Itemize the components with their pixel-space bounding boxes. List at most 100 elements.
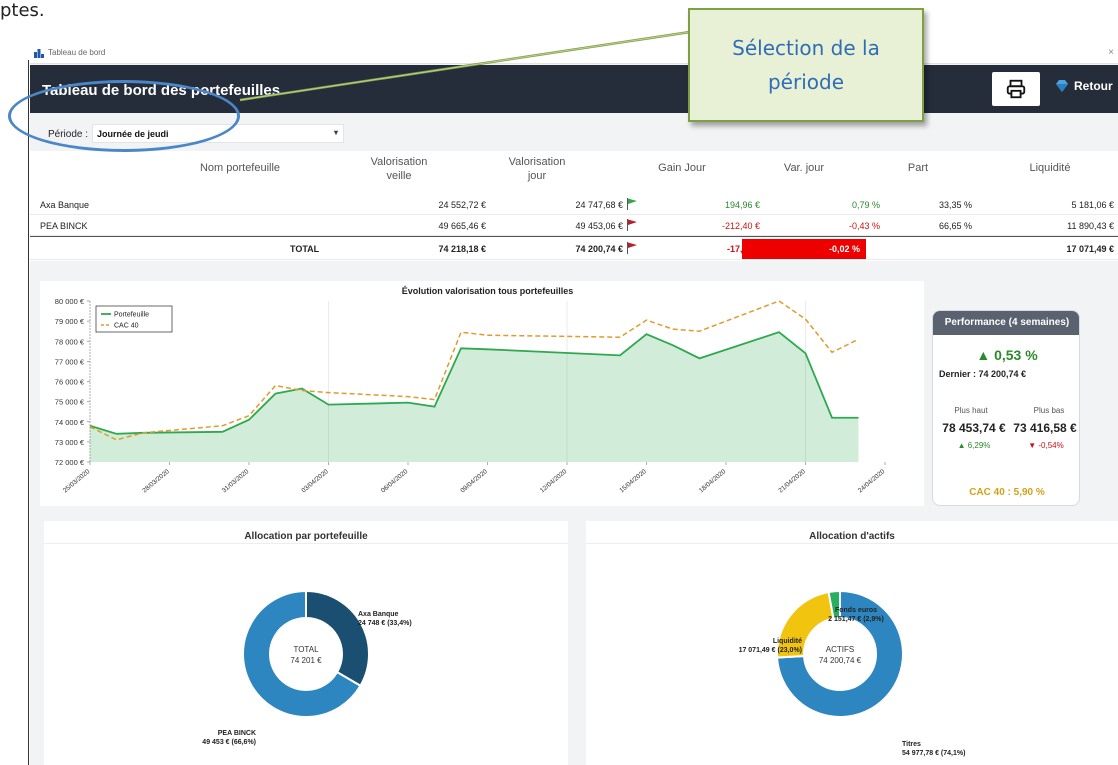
- x-tick-label: 21/04/2020: [777, 468, 807, 495]
- window-close-icon[interactable]: ×: [1108, 47, 1114, 58]
- cell-valuation-yesterday: 24 552,72 €: [438, 200, 486, 210]
- total-var-day-highlight: -0,02 %: [742, 239, 866, 259]
- dropdown-arrow-icon: ▾: [333, 128, 338, 137]
- header-part: Part: [907, 162, 929, 174]
- y-tick-label: 73 000 €: [55, 438, 85, 447]
- x-tick-label: 12/04/2020: [539, 468, 569, 495]
- chart-title: Évolution valorisation tous portefeuille…: [402, 286, 574, 296]
- back-button-label: Retour: [1074, 79, 1113, 93]
- slice-label: Liquidité: [773, 638, 802, 645]
- donut-center-label: TOTAL: [293, 645, 319, 654]
- x-tick-label: 06/04/2020: [380, 468, 410, 495]
- cell-valuation-today: 49 453,06 €: [575, 221, 623, 231]
- y-tick-label: 74 000 €: [55, 418, 85, 427]
- window-titlebar: Tableau de bord ×: [30, 44, 1118, 64]
- back-button[interactable]: Retour: [1054, 79, 1113, 93]
- valuation-chart-card: Évolution valorisation tous portefeuille…: [40, 281, 924, 506]
- x-tick-label: 15/04/2020: [618, 468, 648, 495]
- y-tick-label: 80 000 €: [55, 297, 85, 306]
- header-valuation-yesterday-line2: veille: [386, 170, 412, 182]
- chart-legend: Portefeuille CAC 40: [95, 305, 173, 333]
- cell-liquidity: 11 890,43 €: [1067, 221, 1114, 231]
- period-callout: Sélection de la période: [688, 8, 924, 122]
- total-var-day: -0,02 %: [828, 244, 860, 254]
- x-tick-label: 24/04/2020: [857, 468, 887, 495]
- performance-card: Performance (4 semaines) ▲ 0,53 % Dernie…: [932, 310, 1080, 506]
- cell-gain-day: 194,96 €: [724, 200, 760, 210]
- total-label: TOTAL: [290, 244, 320, 254]
- high-label: Plus haut: [954, 406, 988, 415]
- performance-change: ▲ 0,53 %: [976, 347, 1038, 363]
- y-tick-label: 77 000 €: [55, 357, 85, 366]
- table-total-row: TOTAL 74 218,18 € 74 200,74 € -17,44 € -…: [30, 236, 1118, 260]
- table-row[interactable]: PEA BINCK 49 665,46 € 49 453,06 € -212,4…: [30, 215, 1118, 236]
- cell-valuation-today: 24 747,68 €: [575, 200, 623, 210]
- donut-center-label: ACTIFS: [826, 645, 854, 654]
- header-valuation-yesterday: Valorisation veille: [354, 155, 444, 183]
- header-liquidity: Liquidité: [1029, 162, 1071, 174]
- table-row[interactable]: Axa Banque 24 552,72 € 24 747,68 € 194,9…: [30, 194, 1118, 215]
- valuation-line-chart: Évolution valorisation tous portefeuille…: [55, 286, 887, 495]
- y-tick-label: 76 000 €: [55, 378, 85, 387]
- callout-line1: Sélection de la: [732, 36, 880, 60]
- document-page: ptes. Tableau de bord × Tableau de bord …: [0, 0, 1118, 765]
- legend-cac40-label: CAC 40: [114, 323, 139, 330]
- header-valuation-today: Valorisation jour: [492, 155, 582, 183]
- print-button[interactable]: [992, 72, 1040, 106]
- y-tick-label: 75 000 €: [55, 398, 85, 407]
- x-tick-label: 28/03/2020: [141, 468, 171, 495]
- slice-value-label: 17 071,49 € (23,0%): [739, 647, 802, 654]
- cell-part: 66,65 %: [938, 221, 972, 231]
- performance-title: Performance (4 semaines): [933, 311, 1079, 335]
- red-flag-icon: [627, 219, 637, 231]
- total-liquidity: 17 071,49 €: [1066, 244, 1114, 254]
- legend-portfolio-label: Portefeuille: [114, 312, 149, 319]
- window-title: Tableau de bord: [48, 48, 106, 57]
- green-flag-icon: [627, 198, 637, 210]
- slice-label: Axa Banque: [358, 611, 399, 618]
- slice-value-label: 54 977,78 € (74,1%): [902, 750, 965, 757]
- header-portfolio-name: Nom portefeuille: [199, 162, 281, 174]
- slice-label: Fonds euros: [835, 607, 877, 614]
- high-value: 78 453,74 €: [942, 421, 1006, 435]
- asset-allocation-card: Allocation d'actifs Titres 54 977,78 € (7…: [586, 521, 1118, 765]
- x-tick-label: 18/04/2020: [698, 468, 728, 495]
- slice-label: PEA BINCK: [218, 730, 256, 737]
- header-valuation-yesterday-line1: Valorisation: [370, 156, 428, 168]
- header-gain-day: Gain Jour: [658, 162, 706, 174]
- total-valuation-yesterday: 74 218,18 €: [438, 244, 486, 254]
- portfolio-area: [90, 332, 859, 462]
- x-tick-label: 25/03/2020: [62, 468, 92, 495]
- cell-var-day: 0,79 %: [851, 200, 880, 210]
- cell-var-day: -0,43 %: [848, 221, 880, 231]
- slice-value-label: 49 453 € (66,6%): [202, 739, 256, 746]
- donut-center-value: 74 201 €: [290, 656, 322, 665]
- cell-name: Axa Banque: [40, 200, 90, 210]
- red-flag-icon: [627, 242, 637, 254]
- header-var-day: Var. jour: [783, 162, 825, 174]
- x-tick-label: 03/04/2020: [300, 468, 330, 495]
- x-tick-label: 09/04/2020: [459, 468, 489, 495]
- y-tick-label: 72 000 €: [55, 458, 85, 467]
- header-valuation-today-line1: Valorisation: [508, 156, 566, 168]
- slice-value-label: 24 748 € (33,4%): [358, 620, 412, 627]
- header-valuation-today-line2: jour: [527, 170, 547, 182]
- callout-line2: période: [767, 70, 844, 94]
- donut-center-value: 74 200,74 €: [819, 656, 862, 665]
- portfolio-allocation-card: Allocation par portefeuille Axa Banque 24…: [44, 521, 568, 765]
- printer-icon: [1006, 79, 1026, 99]
- document-left-rule: [28, 60, 29, 765]
- low-label: Plus bas: [1033, 406, 1065, 415]
- high-percent: ▲ 6,29%: [957, 441, 991, 450]
- x-tick-label: 31/03/2020: [221, 468, 251, 495]
- cell-gain-day: -212,40 €: [721, 221, 760, 231]
- performance-last-value: Dernier : 74 200,74 €: [939, 369, 1027, 379]
- asset-allocation-donut: Titres 54 977,78 € (74,1%) Liquidité 17 071…: [739, 589, 965, 757]
- y-tick-label: 79 000 €: [55, 317, 85, 326]
- diamond-back-icon: [1056, 80, 1068, 92]
- app-icon: [34, 49, 44, 58]
- portfolio-table: Nom portefeuille Valorisation veille Val…: [30, 151, 1118, 261]
- y-tick-label: 78 000 €: [55, 337, 85, 346]
- highlight-ellipse: [8, 80, 240, 152]
- cell-name: PEA BINCK: [40, 221, 88, 231]
